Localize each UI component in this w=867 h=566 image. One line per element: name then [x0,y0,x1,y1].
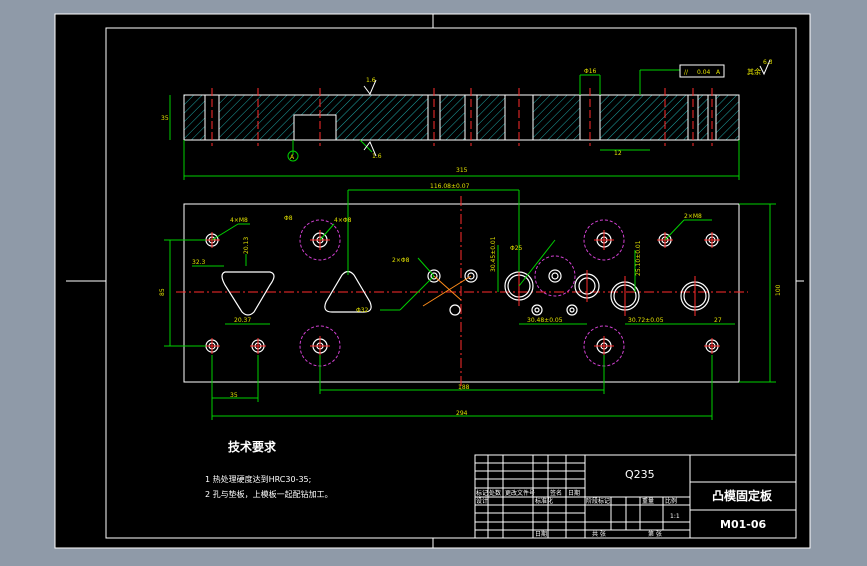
svg-text:1.6: 1.6 [372,153,382,160]
tech-note-1: 1 热处理硬度达到HRC30-35; [205,474,311,484]
svg-text:188: 188 [458,384,470,391]
svg-text:签名: 签名 [550,489,562,497]
dim-overall-length: 315 [456,167,468,174]
svg-text:设计: 设计 [476,497,488,505]
drawing-number: M01-06 [720,518,766,531]
svg-text:1:1: 1:1 [670,513,680,520]
svg-text:更改文件号: 更改文件号 [505,489,535,497]
svg-text:4×Φ8: 4×Φ8 [334,217,352,224]
svg-text:20.37: 20.37 [234,317,251,324]
svg-text:116.08±0.07: 116.08±0.07 [430,183,470,190]
material: Q235 [625,468,655,481]
svg-text:重量: 重量 [642,497,654,505]
svg-text:共 张: 共 张 [592,530,606,538]
svg-text:标记: 标记 [476,489,488,497]
svg-text:30.72±0.05: 30.72±0.05 [628,317,664,324]
svg-text:2×Φ8: 2×Φ8 [392,257,410,264]
svg-text:Φ32: Φ32 [356,307,369,314]
svg-text:1.6: 1.6 [366,77,376,84]
dim-dia-top: Φ16 [584,68,597,75]
svg-text:20.13: 20.13 [243,237,250,254]
svg-text:其余: 其余 [747,67,761,76]
svg-text:32.3: 32.3 [192,259,206,266]
tech-note-2: 2 孔与垫板，上模板一起配钻加工。 [205,489,333,499]
svg-text:标准化: 标准化 [535,497,553,505]
svg-text:25.10±0.01: 25.10±0.01 [635,240,642,276]
svg-text:85: 85 [159,288,166,296]
part-name: 凸模固定板 [712,488,773,503]
svg-text:0.04: 0.04 [697,69,711,76]
svg-text:4×M8: 4×M8 [230,217,248,224]
sheet-border-outer [54,13,811,549]
svg-text:处数: 处数 [489,489,501,497]
svg-text:2×M8: 2×M8 [684,213,702,220]
svg-text:Φ8: Φ8 [284,215,293,222]
cad-viewport[interactable]: 其余 6.3 315 35 Φ16 // 0.04 A 1.6 1.6 A 12… [0,0,867,562]
svg-text:27: 27 [714,317,722,324]
tech-title: 技术要求 [228,439,277,454]
svg-text:294: 294 [456,410,468,417]
drawing-canvas: 其余 6.3 315 35 Φ16 // 0.04 A 1.6 1.6 A 12… [54,13,811,549]
dim-height-side: 35 [161,115,169,122]
svg-text:日期: 日期 [535,530,547,538]
svg-text:30.48±0.05: 30.48±0.05 [527,317,563,324]
svg-text:Φ25: Φ25 [510,245,523,252]
svg-text:100: 100 [775,284,782,296]
svg-text:阶段标记: 阶段标记 [586,497,610,505]
svg-text:第 张: 第 张 [648,530,662,538]
svg-text:35: 35 [230,392,238,399]
svg-text:日期: 日期 [568,489,580,497]
svg-text:12: 12 [614,150,622,157]
svg-text:6.3: 6.3 [763,59,773,66]
svg-text:30.45±0.01: 30.45±0.01 [490,236,497,272]
svg-text:比例: 比例 [665,497,677,505]
